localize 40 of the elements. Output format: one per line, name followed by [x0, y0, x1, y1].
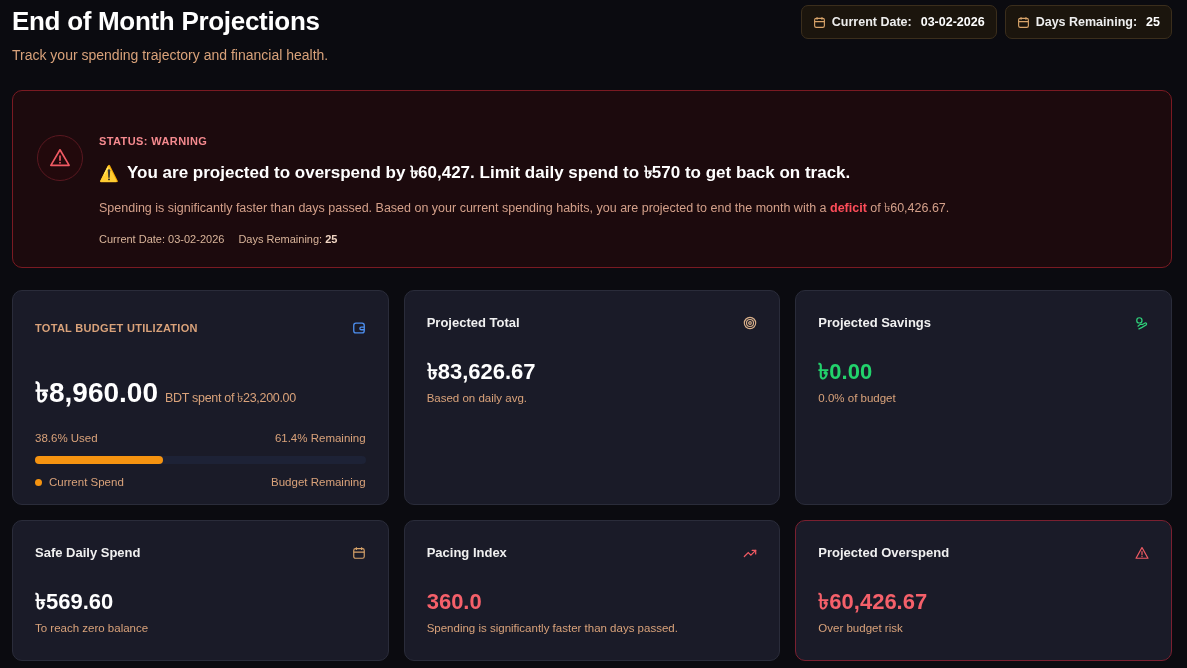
card-value: ৳83,626.67	[426, 358, 537, 386]
used-text: 38.6% Used	[35, 432, 98, 444]
card-title: Projected Total	[426, 315, 520, 330]
card-title: TOTAL BUDGET UTILIZATION	[35, 322, 198, 334]
card-title: Projected Savings	[818, 315, 932, 330]
target-icon	[743, 315, 758, 330]
banner-detail: Spending is significantly faster than days passed. Based on your current spending habits, you are projected to end the month with a deficit of ৳60,426.67.	[99, 200, 950, 217]
page-title: End of Month Projections	[12, 6, 321, 37]
info-chip: Days Remaining: 25	[1004, 5, 1172, 39]
legend-label: Current Spend	[49, 476, 124, 488]
card-note: Based on daily avg.	[426, 392, 529, 404]
meta-text: Current Date: 03-02-2026	[99, 233, 225, 245]
info-chip: Current Date: 03-02-2026	[800, 5, 997, 39]
remaining-text: 61.4% Remaining	[274, 432, 366, 444]
card-value: 360.0	[426, 588, 483, 616]
warning-glyph: ⚠	[99, 163, 119, 183]
card-note: 0.0% of budget	[818, 392, 897, 404]
meta-text: Days Remaining: 25	[238, 233, 338, 245]
page-subtitle: Track your spending trajectory and financial health.	[12, 47, 329, 63]
card-title: Projected Overspend	[818, 545, 950, 560]
card-value: ৳60,426.67	[818, 588, 929, 616]
calendar-icon	[1016, 15, 1030, 29]
card-value: ৳8,960.00	[35, 376, 158, 410]
warning-icon	[37, 135, 83, 181]
card-note: Over budget risk	[818, 622, 904, 634]
value-note: BDT spent of ৳23,200.00	[165, 390, 296, 407]
card-note: To reach zero balance	[35, 622, 150, 634]
status-label: STATUS: WARNING	[99, 135, 209, 147]
card-note: Spending is significantly faster than days passed.	[426, 622, 679, 634]
calendar-icon	[812, 15, 826, 29]
legend-dot	[35, 478, 42, 486]
banner-headline: You are projected to overspend by ৳60,427. Limit daily spend to ৳570 to get back on track.	[127, 162, 851, 184]
wallet-icon	[351, 321, 366, 335]
card-title: Safe Daily Spend	[35, 545, 141, 560]
calendar-icon	[351, 545, 366, 560]
warning-icon	[1135, 545, 1149, 560]
card-title: Pacing Index	[426, 545, 507, 560]
card-value: ৳0.00	[818, 358, 874, 386]
card-value: ৳569.60	[35, 588, 115, 616]
legend-label: Budget Remaining	[271, 476, 366, 488]
